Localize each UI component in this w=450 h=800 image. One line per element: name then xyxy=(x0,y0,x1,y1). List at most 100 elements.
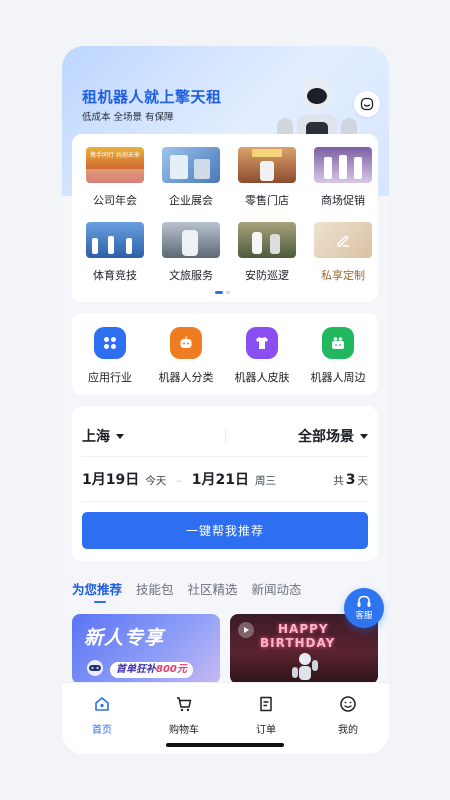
thumbnail-figure xyxy=(92,238,98,254)
category-label: 商场促销 xyxy=(321,194,365,207)
thumbnail-figure xyxy=(170,155,188,179)
quick-link-robot-accessories[interactable]: 机器人周边 xyxy=(300,327,376,385)
category-label: 企业展会 xyxy=(169,194,213,207)
thumbnail-figure xyxy=(252,232,262,254)
promo-title: 新人专享 xyxy=(84,627,165,649)
divider xyxy=(225,428,226,444)
carousel-indicator xyxy=(215,291,230,294)
profile-icon xyxy=(340,696,356,712)
category-label: 文旅服务 xyxy=(169,269,213,282)
nav-label: 购物车 xyxy=(169,725,199,736)
thumbnail-figure xyxy=(194,159,210,179)
hero-title: 租机器人就上擎天租 xyxy=(82,88,222,106)
tab-recommended[interactable]: 为您推荐 xyxy=(72,579,122,603)
carousel-dot xyxy=(226,291,230,294)
category-thumbnail xyxy=(86,222,144,258)
dancing-robot-figure xyxy=(292,653,318,680)
grid-icon xyxy=(94,327,126,359)
service-face-button[interactable] xyxy=(354,91,380,117)
category-label: 零售门店 xyxy=(245,194,289,207)
category-thumbnail xyxy=(238,222,296,258)
scene-selector[interactable]: 全部场景 xyxy=(298,426,368,446)
category-label: 安防巡逻 xyxy=(245,269,289,282)
promo-subtitle: 首单狂补800元 xyxy=(110,662,193,678)
category-mall-promotion[interactable]: 商场促销 xyxy=(310,147,376,208)
nav-home[interactable]: 首页 xyxy=(72,695,132,736)
caret-down-icon xyxy=(360,433,368,439)
thumbnail-stage xyxy=(86,169,144,183)
total-days-value: 3 xyxy=(345,472,356,488)
robot-icon-glyph xyxy=(180,336,192,348)
nav-profile[interactable]: 我的 xyxy=(318,695,378,736)
category-sports[interactable]: 体育竞技 xyxy=(82,222,148,283)
category-thumbnail xyxy=(162,147,220,183)
thumbnail-sign xyxy=(252,149,282,157)
scenario-categories: 携手同行 共创未来 公司年会 企业展会 零售门店 商场促销 体育竞技 文旅服务 … xyxy=(72,134,378,302)
thumbnail-figure xyxy=(260,161,274,181)
app-screen: 租机器人就上擎天租 低成本 全场景 有保障 携手同行 共创未来 公司年会 企业展… xyxy=(62,46,389,754)
category-thumbnail xyxy=(314,147,372,183)
home-indicator xyxy=(166,743,284,747)
order-icon xyxy=(260,696,272,712)
thumbnail-caption: 携手同行 共创未来 xyxy=(90,152,140,159)
category-label: 体育竞技 xyxy=(93,269,137,282)
smile-face-icon xyxy=(360,97,374,111)
feed-tabs: 为您推荐 技能包 社区精选 新闻动态 xyxy=(72,579,302,603)
birthday-line-1: HAPPY xyxy=(278,622,329,636)
thumbnail-figure xyxy=(126,238,132,254)
nav-cart[interactable]: 购物车 xyxy=(154,695,214,736)
thumbnail-figure xyxy=(108,236,114,254)
category-label: 公司年会 xyxy=(93,194,137,207)
category-exhibition[interactable]: 企业展会 xyxy=(158,147,224,208)
tab-skill-packs[interactable]: 技能包 xyxy=(136,579,174,598)
shirt-icon xyxy=(246,327,278,359)
thumbnail-figure xyxy=(354,157,362,179)
end-date: 1月21日 xyxy=(191,472,249,488)
quick-link-robot-categories[interactable]: 机器人分类 xyxy=(148,327,224,385)
category-tourism[interactable]: 文旅服务 xyxy=(158,222,224,283)
caret-down-icon xyxy=(116,433,124,439)
thumbnail-figure xyxy=(339,155,347,179)
promo-amount: 800元 xyxy=(156,664,187,675)
city-name: 上海 xyxy=(82,429,110,445)
category-thumbnail xyxy=(238,147,296,183)
home-icon xyxy=(95,697,109,711)
divider xyxy=(82,501,368,502)
total-prefix: 共 xyxy=(333,475,344,487)
quick-link-robot-skins[interactable]: 机器人皮肤 xyxy=(224,327,300,385)
tab-news[interactable]: 新闻动态 xyxy=(252,579,302,598)
new-user-promo-card[interactable]: 新人专享 首单狂补800元 xyxy=(72,614,220,684)
date-range-dash: – xyxy=(176,474,182,487)
customer-service-button[interactable]: 客服 xyxy=(344,588,384,628)
quick-link-label: 应用行业 xyxy=(88,371,132,384)
total-days: 共3天 xyxy=(333,472,368,488)
nav-label: 订单 xyxy=(256,725,276,736)
scene-name: 全部场景 xyxy=(298,429,354,445)
category-custom[interactable]: 私享定制 xyxy=(310,222,376,283)
total-suffix: 天 xyxy=(357,475,369,487)
category-thumbnail: 携手同行 共创未来 xyxy=(86,147,144,183)
gift-icon xyxy=(322,327,354,359)
category-retail-store[interactable]: 零售门店 xyxy=(234,147,300,208)
quick-link-label: 机器人分类 xyxy=(158,371,214,384)
headset-icon xyxy=(357,595,371,607)
booking-panel: 上海 全部场景 1月19日 今天 – 1月21日 周三 共3天 一键帮我推荐 xyxy=(72,406,378,561)
customer-service-label: 客服 xyxy=(355,611,373,621)
tab-community[interactable]: 社区精选 xyxy=(188,579,238,598)
end-day-label: 周三 xyxy=(254,475,276,487)
category-company-party[interactable]: 携手同行 共创未来 公司年会 xyxy=(82,147,148,208)
nav-orders[interactable]: 订单 xyxy=(236,695,296,736)
city-selector[interactable]: 上海 xyxy=(82,426,124,446)
date-range-picker[interactable]: 1月19日 今天 – 1月21日 周三 共3天 xyxy=(82,469,368,489)
thumbnail-figure xyxy=(182,230,198,256)
recommend-button[interactable]: 一键帮我推荐 xyxy=(82,512,368,549)
play-triangle xyxy=(244,627,249,633)
play-icon[interactable] xyxy=(238,622,254,638)
hero-subtitle: 低成本 全场景 有保障 xyxy=(82,112,174,123)
category-security-patrol[interactable]: 安防巡逻 xyxy=(234,222,300,283)
robot-icon xyxy=(170,327,202,359)
quick-link-industries[interactable]: 应用行业 xyxy=(72,327,148,385)
start-date: 1月19日 xyxy=(82,472,140,488)
edit-pencil-icon xyxy=(337,235,349,247)
thumbnail-figure xyxy=(324,157,332,179)
